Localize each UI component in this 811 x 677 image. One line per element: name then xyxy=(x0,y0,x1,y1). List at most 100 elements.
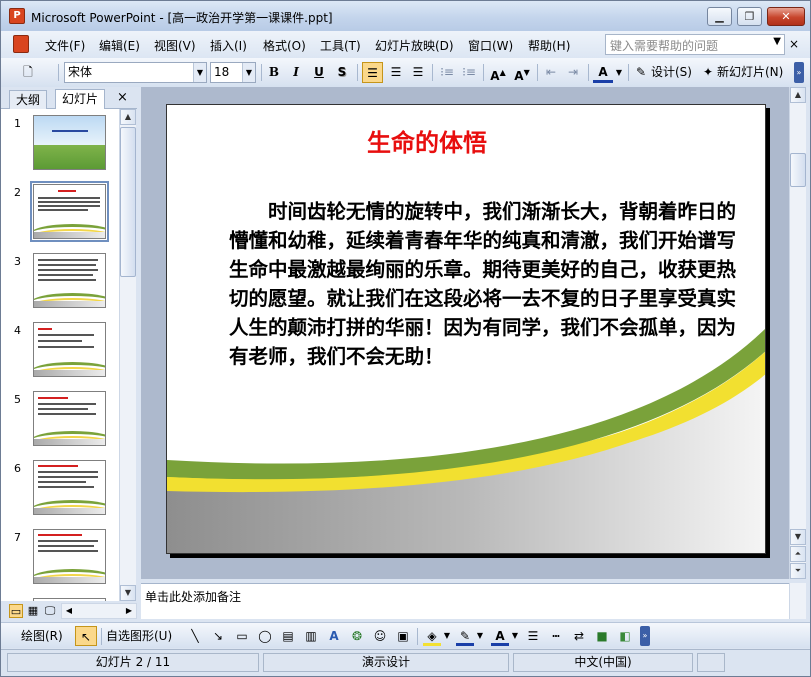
restore-button[interactable]: ❐ xyxy=(737,7,762,26)
notes-pane[interactable]: 单击此处添加备注 xyxy=(141,583,789,619)
scroll-left-icon[interactable]: ◀ xyxy=(62,604,76,618)
font-color-icon[interactable]: A xyxy=(491,626,509,646)
chevron-down-icon[interactable]: ▼ xyxy=(242,63,255,82)
slide-sorter-view-icon[interactable]: ▦ xyxy=(26,604,40,618)
slide-title[interactable]: 生命的体悟 xyxy=(167,123,687,158)
drawing-toolbar: 绘图(R) ↖ 自选图形(U) ╲ ↘ ▭ ◯ ▤ ▥ A ❂ ☺ ▣ ◈ ▼ … xyxy=(1,622,810,648)
line-tool-icon[interactable]: ╲ xyxy=(187,626,203,646)
close-document-button[interactable]: × xyxy=(789,37,799,51)
align-left-icon[interactable]: ☰ xyxy=(362,62,383,83)
wordart-icon[interactable]: A xyxy=(326,626,342,646)
menu-edit[interactable]: 编辑(E) xyxy=(99,37,140,54)
scroll-down-icon[interactable]: ▼ xyxy=(790,529,806,545)
autoshapes-button[interactable]: 自选图形(U) xyxy=(106,626,184,646)
menu-help[interactable]: 帮助(H) xyxy=(528,37,570,54)
new-slide-button[interactable]: 新幻灯片(N) xyxy=(717,62,787,83)
font-color-icon[interactable]: A xyxy=(593,62,613,83)
slide-preview-6[interactable] xyxy=(33,460,106,515)
tab-slides[interactable]: 幻灯片 xyxy=(55,89,106,110)
slideshow-view-icon[interactable]: 🖵 xyxy=(43,604,57,618)
align-right-icon[interactable]: ☰ xyxy=(408,62,428,83)
oval-tool-icon[interactable]: ◯ xyxy=(256,626,274,646)
scroll-up-icon[interactable]: ▲ xyxy=(120,109,136,125)
shadow-style-icon[interactable]: ■ xyxy=(593,626,611,646)
scroll-right-icon[interactable]: ▶ xyxy=(122,604,136,618)
help-question-input[interactable]: 键入需要帮助的问题 ▼ xyxy=(605,34,785,55)
draw-menu-button[interactable]: 绘图(R) xyxy=(21,626,73,646)
toolbar-options-icon[interactable]: » xyxy=(794,62,804,83)
line-style-icon[interactable]: ☰ xyxy=(524,626,542,646)
chevron-down-icon[interactable]: ▼ xyxy=(442,626,452,646)
normal-view-icon[interactable]: ▭ xyxy=(9,604,23,618)
menu-insert[interactable]: 插入(I) xyxy=(210,37,247,54)
increase-indent-icon[interactable]: ⇥ xyxy=(564,62,582,83)
slide-preview-2[interactable] xyxy=(30,181,109,242)
3d-style-icon[interactable]: ◧ xyxy=(616,626,634,646)
toolbar-separator xyxy=(432,64,433,81)
menu-window[interactable]: 窗口(W) xyxy=(468,37,513,54)
slide-preview-5[interactable] xyxy=(33,391,106,446)
line-color-icon[interactable]: ✎ xyxy=(456,626,474,646)
next-slide-icon[interactable]: ⏷ xyxy=(790,563,806,579)
diagram-icon[interactable]: ❂ xyxy=(349,626,365,646)
current-slide[interactable]: 生命的体悟 时间齿轮无情的旋转中，我们渐渐长大，背朝着昨日的懵懂和幼稚，延续着青… xyxy=(166,104,766,554)
slide-preview-7[interactable] xyxy=(33,529,106,584)
slide-preview-1[interactable] xyxy=(33,115,106,170)
chevron-down-icon[interactable]: ▼ xyxy=(475,626,485,646)
clipart-icon[interactable]: ☺ xyxy=(372,626,388,646)
menu-slideshow[interactable]: 幻灯片放映(D) xyxy=(375,37,454,54)
shadow-button[interactable]: S xyxy=(333,62,351,83)
bold-button[interactable]: B xyxy=(265,62,283,83)
toolbar-options-icon[interactable]: » xyxy=(640,626,650,646)
align-center-icon[interactable]: ☰ xyxy=(386,62,406,83)
menu-file[interactable]: 文件(F) xyxy=(45,37,85,54)
close-button[interactable]: ✕ xyxy=(767,7,805,26)
scroll-down-icon[interactable]: ▼ xyxy=(120,585,136,601)
fill-color-icon[interactable]: ◈ xyxy=(423,626,441,646)
italic-button[interactable]: I xyxy=(287,62,305,83)
menu-tools[interactable]: 工具(T) xyxy=(320,37,361,54)
close-panel-icon[interactable]: × xyxy=(117,90,128,105)
status-bar: 幻灯片 2 / 11 演示设计 中文(中国) xyxy=(1,649,810,676)
scrollbar-thumb[interactable] xyxy=(120,127,136,277)
arrow-style-icon[interactable]: ⇄ xyxy=(570,626,588,646)
numbering-icon[interactable]: ⁝≡ xyxy=(438,62,456,83)
powerpoint-app-icon[interactable]: P xyxy=(9,8,25,24)
decrease-font-icon[interactable]: A▼ xyxy=(512,62,532,83)
slide-preview-4[interactable] xyxy=(33,322,106,377)
textbox-tool-icon[interactable]: ▤ xyxy=(280,626,296,646)
menu-view[interactable]: 视图(V) xyxy=(154,37,196,54)
chevron-down-icon[interactable]: ▼ xyxy=(193,63,206,82)
slide-scrollbar[interactable]: ▲ ▼ ⏶ ⏷ xyxy=(789,87,806,579)
font-size-combo[interactable]: 18 ▼ xyxy=(210,62,256,83)
new-document-icon[interactable]: 🗋 xyxy=(19,62,37,83)
increase-font-icon[interactable]: A▲ xyxy=(488,62,508,83)
vertical-textbox-icon[interactable]: ▥ xyxy=(303,626,319,646)
slide-body-text[interactable]: 时间齿轮无情的旋转中，我们渐渐长大，背朝着昨日的懵懂和幼稚，延续着青春年华的纯真… xyxy=(229,197,739,371)
horizontal-scrollbar[interactable]: ◀ ▶ xyxy=(61,603,137,619)
underline-button[interactable]: U xyxy=(310,62,328,83)
design-button[interactable]: 设计(S) xyxy=(651,62,695,83)
document-icon[interactable] xyxy=(13,35,29,53)
select-objects-icon[interactable]: ↖ xyxy=(75,626,97,646)
slide-preview-3[interactable] xyxy=(33,253,106,308)
menu-format[interactable]: 格式(O) xyxy=(263,37,306,54)
insert-picture-icon[interactable]: ▣ xyxy=(395,626,411,646)
dash-style-icon[interactable]: ┅ xyxy=(547,626,565,646)
chevron-down-icon[interactable]: ▼ xyxy=(773,36,781,47)
previous-slide-icon[interactable]: ⏶ xyxy=(790,546,806,562)
tab-outline[interactable]: 大纲 xyxy=(9,90,48,109)
thumbnail-scrollbar[interactable]: ▲ ▼ xyxy=(119,109,136,601)
chevron-down-icon[interactable]: ▼ xyxy=(510,626,520,646)
decrease-indent-icon[interactable]: ⇤ xyxy=(542,62,560,83)
font-name-combo[interactable]: 宋体 ▼ xyxy=(64,62,207,83)
rectangle-tool-icon[interactable]: ▭ xyxy=(233,626,251,646)
scroll-up-icon[interactable]: ▲ xyxy=(790,87,806,103)
minimize-button[interactable]: ▁ xyxy=(707,7,732,26)
chevron-down-icon[interactable]: ▼ xyxy=(614,62,624,83)
notes-scrollbar[interactable] xyxy=(789,583,806,619)
slide-number: 1 xyxy=(14,117,21,130)
bullets-icon[interactable]: ⁝≡ xyxy=(460,62,478,83)
scrollbar-thumb[interactable] xyxy=(790,153,806,187)
arrow-tool-icon[interactable]: ↘ xyxy=(210,626,226,646)
